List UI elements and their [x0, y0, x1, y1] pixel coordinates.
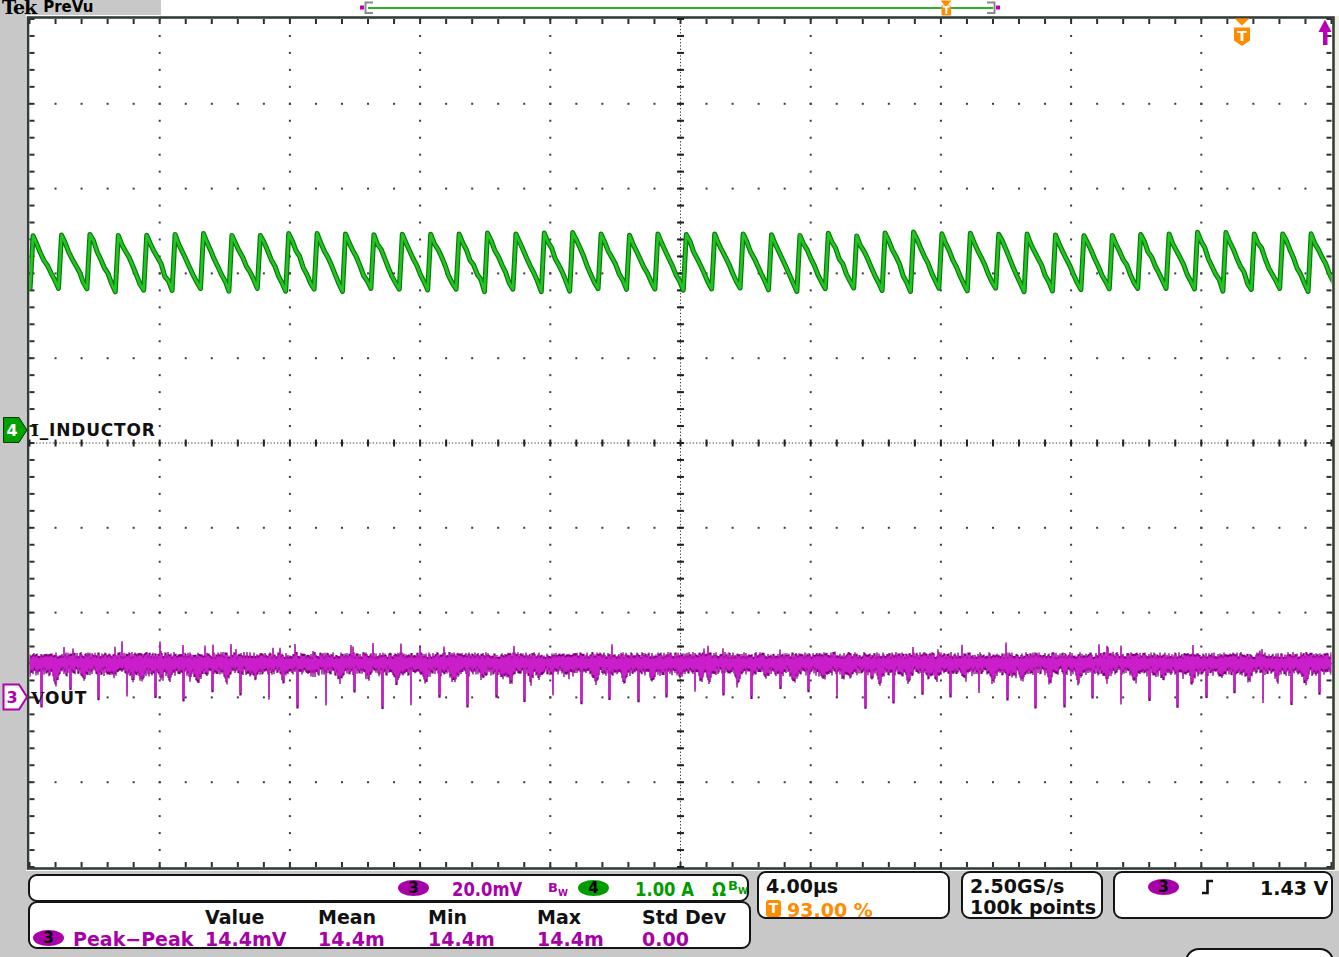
measurement-box: Value Mean Min Max Std Dev 3 Peak−Peak 1… [28, 901, 751, 949]
meas-col-min: Min [428, 908, 467, 927]
trigger-readout-box: 3 1.43 V [1113, 871, 1333, 919]
popup-box-stub [1185, 948, 1334, 957]
ch3-scale: 20.0mV [452, 879, 522, 899]
ch4-badge: 4 [578, 880, 609, 896]
ch3-position-marker: 3 [4, 685, 28, 710]
ch3-marker-label: 3 [6, 688, 17, 707]
ch4-position-marker: 4 [4, 418, 28, 443]
status-bar: Tek PreVu [0, 0, 161, 15]
meas-value: 14.4mV [205, 930, 286, 949]
vertical-readout-box: 3 20.0mV BW 4 1.00 A Ω BW [28, 874, 749, 902]
timebase-scale: 4.00µs [766, 877, 838, 896]
trigger-position-percent: 93.00 % [787, 901, 873, 920]
meas-col-stddev: Std Dev [642, 908, 726, 927]
meas-min: 14.4m [428, 930, 495, 949]
tek-logo: Tek [2, 1, 36, 14]
record-trigger-marker-label: T [943, 5, 950, 16]
acquisition-mode-label: PreVu [43, 1, 93, 14]
ch4-label: I_INDUCTOR [31, 420, 156, 440]
meas-max: 14.4m [537, 930, 604, 949]
ch4-coupling-icon: Ω [712, 879, 726, 899]
record-view-ch3-marker-right [996, 6, 1000, 10]
meas-col-value: Value [205, 908, 264, 927]
trigger-position-icon: T [766, 900, 781, 917]
meas-stddev: 0.00 [642, 930, 689, 949]
trigger-source-badge: 3 [1148, 879, 1179, 895]
ch3-badge: 3 [398, 880, 429, 896]
trigger-level: 1.43 V [1260, 879, 1328, 898]
ch4-marker-label: 4 [6, 421, 17, 440]
acquisition-readout-box: 2.50GS/s 100k points [961, 871, 1103, 919]
meas-col-max: Max [537, 908, 581, 927]
trigger-flag-label: T [1237, 28, 1247, 44]
ch4-scale: 1.00 A [635, 879, 694, 899]
horizontal-readout-box: 4.00µs T 93.00 % [757, 871, 950, 919]
scope-display: T T 4 3 [0, 0, 1339, 957]
ch4-bandwidth-icon: BW [728, 878, 748, 896]
record-length: 100k points [970, 898, 1096, 917]
meas-col-mean: Mean [318, 908, 376, 927]
meas-source-badge: 3 [33, 930, 64, 946]
record-view-ch3-marker-left [360, 6, 364, 10]
meas-mean: 14.4m [318, 930, 385, 949]
ch3-label: VOUT [31, 688, 87, 708]
meas-name: Peak−Peak [73, 930, 193, 949]
record-view-bar: T [360, 1, 1000, 16]
ch3-bandwidth-icon: BW [548, 880, 568, 898]
sample-rate: 2.50GS/s [970, 877, 1064, 896]
trigger-slope-icon [1200, 878, 1216, 896]
